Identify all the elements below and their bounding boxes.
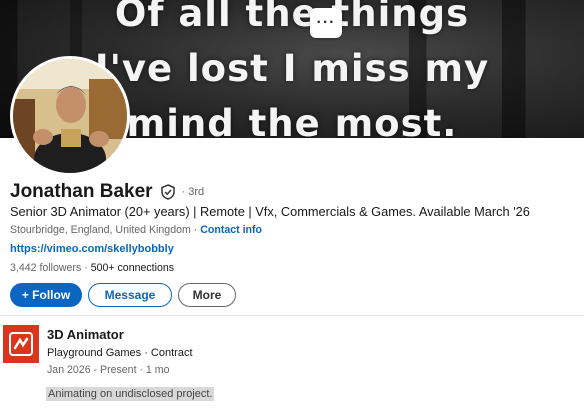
- message-button[interactable]: Message: [88, 283, 172, 307]
- shield-check-icon[interactable]: [160, 184, 176, 200]
- section-divider: [0, 315, 584, 316]
- stats-separator: ·: [84, 262, 88, 274]
- avatar-photo: [13, 59, 127, 173]
- profile-name-row: Jonathan Baker · 3rd: [10, 181, 204, 203]
- profile-headline: Senior 3D Animator (20+ years) | Remote …: [10, 204, 530, 219]
- company-logo[interactable]: [3, 325, 39, 363]
- profile-location: Stourbridge, England, United Kingdom ·: [10, 224, 198, 236]
- connections-count: 500+ connections: [90, 262, 175, 274]
- contact-info-link[interactable]: Contact info: [200, 224, 262, 236]
- profile-name: Jonathan Baker: [10, 181, 153, 202]
- website-link[interactable]: https://vimeo.com/skellybobbly: [10, 243, 174, 255]
- connection-degree: · 3rd: [181, 186, 205, 198]
- job-company: Playground Games · Contract: [47, 347, 193, 359]
- job-dates: Jan 2026 - Present · 1 mo: [47, 364, 170, 376]
- job-description: Animating on undisclosed project.: [46, 387, 215, 401]
- profile-actions: + Follow Message More: [10, 283, 236, 307]
- follow-button[interactable]: + Follow: [10, 283, 82, 307]
- banner-quote-line: Of all the things: [114, 0, 470, 35]
- more-options-button[interactable]: ···: [310, 8, 342, 38]
- more-button[interactable]: More: [178, 283, 236, 307]
- profile-stats: 3,442 followers · 500+ connections: [10, 262, 174, 274]
- playground-games-logo-icon: [9, 332, 33, 356]
- job-title[interactable]: 3D Animator: [47, 327, 124, 342]
- avatar[interactable]: [10, 56, 130, 176]
- more-horizontal-icon: ···: [316, 14, 336, 31]
- followers-count: 3,442 followers: [10, 262, 82, 274]
- location-row: Stourbridge, England, United Kingdom · C…: [10, 224, 262, 236]
